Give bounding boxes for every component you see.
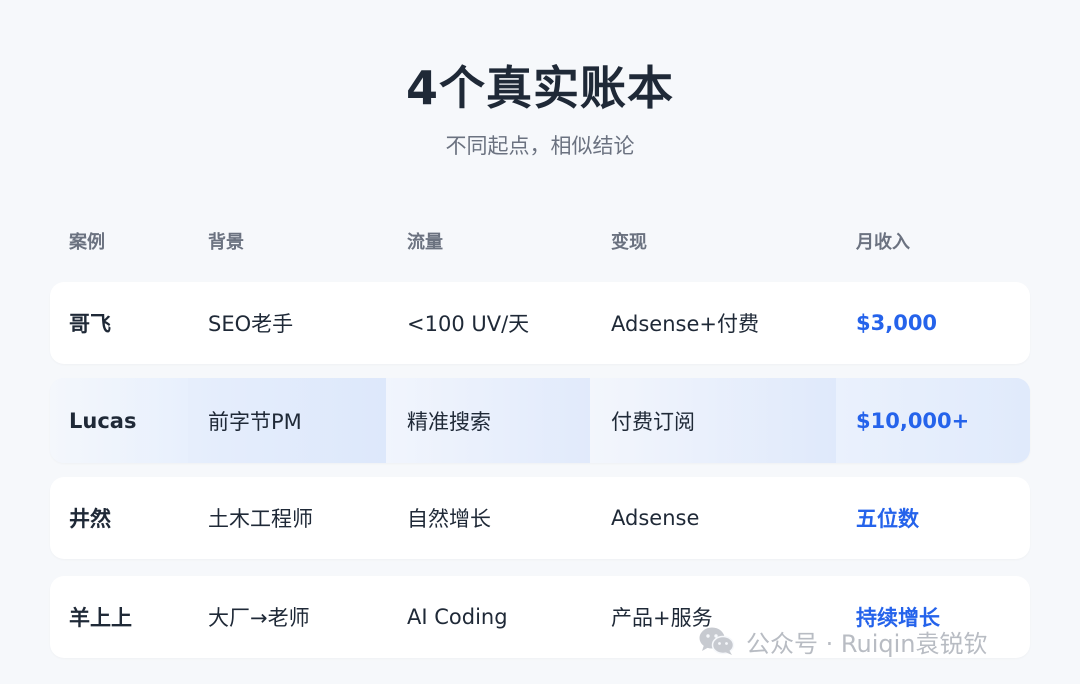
- cell-traffic: <100 UV/天: [407, 312, 530, 336]
- watermark-text: 公众号 · Ruiqin袁锐钦: [746, 629, 988, 658]
- cell-background: 大厂→老师: [208, 606, 310, 630]
- column-header-case: 案例: [69, 232, 105, 253]
- table-row: 哥飞 SEO老手 <100 UV/天 Adsense+付费 $3,000: [50, 282, 1030, 364]
- cell-monetization: 付费订阅: [611, 409, 695, 434]
- watermark: 公众号 · Ruiqin袁锐钦: [698, 622, 987, 660]
- column-header-income: 月收入: [856, 232, 910, 253]
- table-header: 案例 背景 流量 变现 月收入: [0, 228, 1080, 256]
- cell-traffic: AI Coding: [407, 605, 508, 629]
- page-title: 4个真实账本: [405, 61, 674, 115]
- cell-case: 井然: [69, 507, 111, 531]
- cell-income: $10,000+: [856, 408, 970, 433]
- cell-case: 哥飞: [69, 312, 111, 336]
- table-row: 井然 土木工程师 自然增长 Adsense 五位数: [50, 477, 1030, 559]
- cell-case: Lucas: [69, 408, 137, 433]
- cell-background: 前字节PM: [208, 409, 302, 434]
- cell-background: SEO老手: [208, 312, 294, 336]
- column-header-traffic: 流量: [407, 232, 443, 253]
- wechat-icon: [698, 625, 736, 657]
- cell-monetization: Adsense+付费: [611, 312, 759, 336]
- cell-case: 羊上上: [69, 606, 132, 630]
- cell-monetization: Adsense: [611, 506, 700, 530]
- table-row-highlighted: Lucas 前字节PM 精准搜索 付费订阅 $10,000+: [50, 378, 1030, 463]
- cell-background: 土木工程师: [208, 507, 313, 531]
- page-subtitle: 不同起点，相似结论: [445, 134, 635, 158]
- cell-traffic: 自然增长: [407, 507, 491, 531]
- cell-income: 五位数: [856, 507, 919, 531]
- column-header-monetization: 变现: [611, 232, 647, 253]
- cell-income: $3,000: [856, 311, 938, 335]
- cell-traffic: 精准搜索: [407, 409, 491, 434]
- column-header-background: 背景: [208, 232, 244, 253]
